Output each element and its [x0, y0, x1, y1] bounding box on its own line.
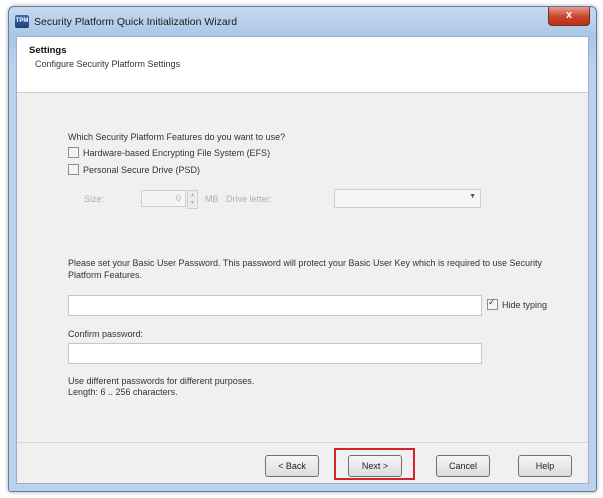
password-info: Please set your Basic User Password. Thi…: [68, 258, 543, 280]
next-button[interactable]: Next >: [348, 455, 402, 477]
confirm-password-field[interactable]: [68, 343, 482, 364]
footer-divider: [17, 442, 588, 443]
page-title: Settings: [29, 45, 67, 56]
hide-typing-label: Hide typing: [502, 299, 548, 310]
confirm-password-label: Confirm password:: [68, 329, 144, 339]
size-value: 0: [175, 193, 181, 203]
back-button[interactable]: < Back: [265, 455, 319, 477]
efs-option[interactable]: Hardware-based Encrypting File System (E…: [68, 147, 270, 158]
wizard-header: Settings Configure Security Platform Set…: [17, 37, 588, 93]
password-hint-line2: Length: 6 .. 256 characters.: [68, 387, 178, 397]
password-hint: Use different passwords for different pu…: [68, 376, 254, 398]
hide-typing-option[interactable]: Hide typing: [487, 297, 548, 310]
wizard-client-area: Settings Configure Security Platform Set…: [16, 36, 589, 484]
hide-typing-checkbox[interactable]: [487, 297, 498, 310]
efs-label: Hardware-based Encrypting File System (E…: [83, 147, 271, 158]
psd-label: Personal Secure Drive (PSD): [83, 164, 201, 175]
close-button[interactable]: x: [548, 7, 590, 26]
password-hint-line1: Use different passwords for different pu…: [68, 376, 255, 386]
psd-option[interactable]: Personal Secure Drive (PSD): [68, 164, 200, 175]
app-icon: TPM: [15, 15, 29, 28]
page-subtitle: Configure Security Platform Settings: [35, 59, 181, 69]
drive-letter-select[interactable]: ▼: [334, 189, 481, 208]
wizard-window: TPM Security Platform Quick Initializati…: [8, 6, 597, 492]
size-unit-label: MB: [205, 194, 219, 204]
drive-letter-label: Drive letter:: [226, 194, 273, 204]
close-icon: x: [565, 9, 573, 21]
size-input[interactable]: 0: [141, 190, 186, 207]
size-spinner[interactable]: ▲ ▼: [187, 190, 198, 209]
window-title: Security Platform Quick Initialization W…: [34, 16, 238, 28]
help-button[interactable]: Help: [518, 455, 572, 477]
features-question: Which Security Platform Features do you …: [68, 132, 286, 142]
efs-checkbox[interactable]: [68, 147, 79, 158]
chevron-down-icon: ▼: [469, 193, 476, 200]
cancel-button[interactable]: Cancel: [436, 455, 490, 477]
password-field[interactable]: [68, 295, 482, 316]
size-label: Size:: [84, 194, 105, 204]
spin-down-icon[interactable]: ▼: [188, 199, 197, 207]
psd-checkbox[interactable]: [68, 164, 79, 175]
title-bar: TPM Security Platform Quick Initializati…: [9, 7, 596, 35]
spin-up-icon[interactable]: ▲: [188, 191, 197, 199]
